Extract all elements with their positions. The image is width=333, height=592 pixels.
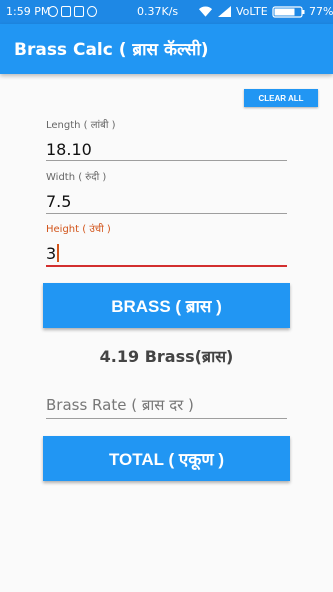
status-time: 1:59 PM	[6, 5, 51, 18]
network-speed: 0.37K/s	[137, 5, 179, 18]
width-label: Width ( रुंदी )	[46, 172, 107, 183]
height-label: Height ( उंची )	[46, 224, 111, 235]
carrier-label: VoLTE	[236, 5, 268, 18]
status-bar: 1:59 PM 0.37K/s VoLTE 77%	[0, 0, 333, 24]
length-input[interactable]: 18.10	[46, 140, 92, 159]
wifi-icon	[198, 6, 213, 17]
messenger-icon	[48, 6, 58, 17]
length-underline	[46, 160, 287, 161]
brass-rate-underline	[46, 418, 287, 419]
height-underline	[46, 265, 287, 267]
width-input[interactable]: 7.5	[46, 192, 71, 211]
brass-button[interactable]: BRASS ( ब्रास )	[43, 283, 290, 328]
height-input[interactable]: 3	[46, 244, 59, 263]
whatsapp-icon	[87, 6, 97, 17]
battery-percent: 77%	[309, 5, 333, 18]
width-underline	[46, 213, 287, 214]
length-label: Length ( लांबी )	[46, 120, 116, 131]
brass-result: 4.19 Brass(ब्रास)	[99, 347, 234, 366]
height-value: 3	[46, 244, 57, 263]
brass-rate-input[interactable]: Brass Rate ( ब्रास दर )	[46, 395, 194, 415]
app-title: Brass Calc ( ब्रास कॅल्सी)	[14, 40, 209, 60]
sim-card-icon	[61, 6, 71, 17]
notification-icons	[48, 6, 97, 17]
text-caret	[57, 244, 59, 262]
signal-icon	[218, 6, 231, 17]
clear-all-button[interactable]: CLEAR ALL	[244, 89, 318, 107]
battery-icon	[272, 6, 305, 18]
total-button[interactable]: TOTAL ( एकूण )	[43, 436, 290, 481]
app-bar: Brass Calc ( ब्रास कॅल्सी)	[0, 24, 333, 74]
app-icon	[74, 6, 84, 17]
